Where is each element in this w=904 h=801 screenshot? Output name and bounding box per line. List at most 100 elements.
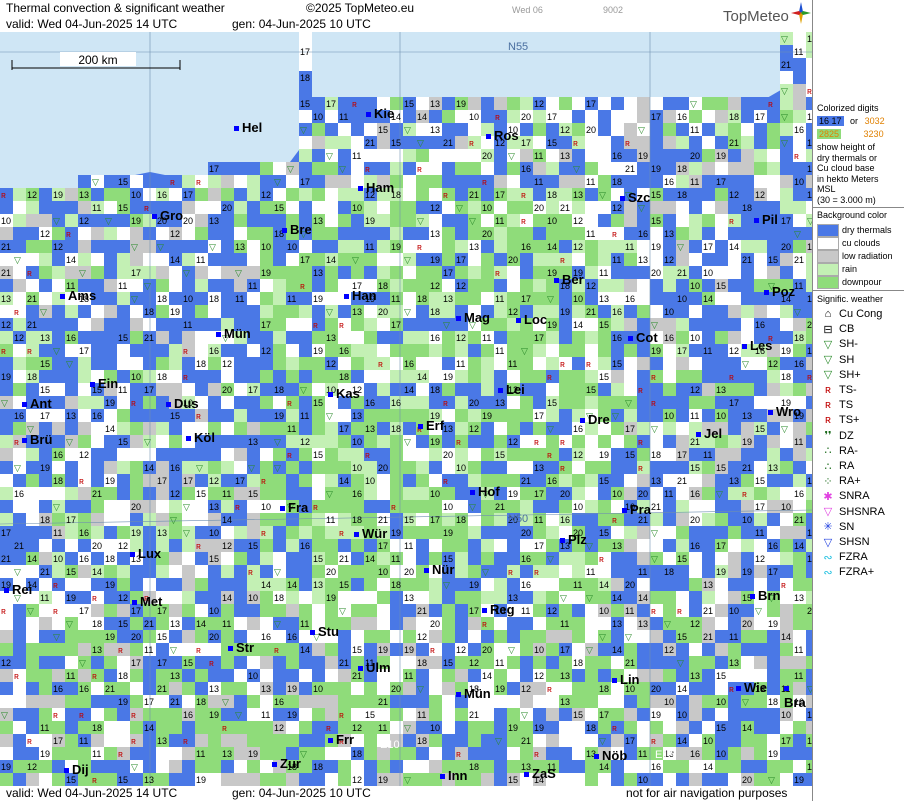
svg-text:21: 21	[677, 268, 687, 278]
svg-text:16: 16	[53, 450, 63, 460]
city-label: Reg	[482, 602, 515, 617]
svg-text:▽: ▽	[625, 398, 632, 408]
svg-text:19: 19	[430, 437, 440, 447]
city-label: Stu	[310, 624, 339, 639]
city-label: Wür	[354, 526, 387, 541]
svg-text:12: 12	[729, 346, 739, 356]
svg-text:▽: ▽	[690, 99, 697, 109]
svg-text:13: 13	[573, 190, 583, 200]
svg-text:20: 20	[430, 619, 440, 629]
city-label: Plz	[560, 532, 587, 547]
svg-text:10: 10	[53, 554, 63, 564]
svg-text:16: 16	[690, 541, 700, 551]
digits-desc-line: show height of	[817, 142, 876, 152]
svg-text:21: 21	[157, 684, 167, 694]
svg-text:11: 11	[638, 749, 647, 759]
footer-bar: valid: Wed 04-Jun-2025 14 UTC gen: 04-Ju…	[0, 786, 812, 801]
svg-text:▽: ▽	[274, 567, 281, 577]
svg-text:11: 11	[482, 333, 491, 343]
city-marker-icon	[344, 294, 349, 300]
legend-panel: TopMeteo Colorized digits 16 17 or 3032 …	[723, 0, 904, 801]
city-marker-icon	[482, 608, 487, 614]
svg-text:ʀ: ʀ	[183, 372, 188, 382]
svg-text:15: 15	[313, 450, 323, 460]
city-name: Mün	[464, 686, 491, 701]
svg-text:14: 14	[703, 762, 713, 772]
city-marker-icon	[784, 686, 789, 692]
svg-text:▽: ▽	[27, 606, 34, 616]
svg-text:13: 13	[430, 99, 440, 109]
svg-text:19: 19	[105, 476, 115, 486]
svg-text:20: 20	[209, 632, 219, 642]
svg-text:13: 13	[170, 619, 180, 629]
svg-text:14: 14	[599, 762, 609, 772]
svg-text:16: 16	[14, 489, 24, 499]
svg-text:17: 17	[521, 294, 531, 304]
svg-text:11: 11	[196, 749, 205, 759]
svg-text:11: 11	[118, 281, 127, 291]
svg-text:▽: ▽	[768, 775, 775, 785]
svg-text:16: 16	[521, 580, 531, 590]
svg-text:11: 11	[690, 125, 699, 135]
city-marker-icon	[456, 692, 461, 698]
svg-text:ʀ: ʀ	[781, 580, 786, 590]
svg-text:20: 20	[92, 541, 102, 551]
svg-text:17: 17	[79, 606, 89, 616]
svg-text:ʀ: ʀ	[183, 736, 188, 746]
svg-text:12: 12	[27, 190, 37, 200]
svg-text:19: 19	[651, 164, 661, 174]
svg-text:15: 15	[40, 385, 50, 395]
svg-text:14: 14	[729, 242, 739, 252]
city-marker-icon	[594, 754, 599, 760]
svg-text:16: 16	[664, 333, 674, 343]
weather-map[interactable]: ▽1717112118▽ʀ1517ʀ1513191217▽ʀ1011141410…	[0, 32, 812, 786]
wx-label: RA+	[839, 475, 861, 488]
svg-text:14: 14	[339, 476, 349, 486]
grid-label-e15: E15	[655, 749, 675, 761]
footer-valid-time: valid: Wed 04-Jun-2025 14 UTC	[6, 786, 178, 800]
city-name: Ams	[68, 288, 97, 303]
city-name: Mag	[464, 310, 490, 325]
svg-text:▽: ▽	[560, 593, 567, 603]
svg-text:▽: ▽	[144, 281, 151, 291]
svg-text:16: 16	[391, 398, 401, 408]
svg-text:13: 13	[92, 645, 102, 655]
svg-text:11: 11	[495, 658, 504, 668]
svg-text:10: 10	[248, 671, 258, 681]
svg-text:11: 11	[92, 749, 101, 759]
svg-text:13: 13	[638, 255, 648, 265]
svg-text:17: 17	[339, 424, 349, 434]
city-name: Bre	[290, 222, 312, 237]
svg-text:15: 15	[248, 541, 258, 551]
svg-text:13: 13	[443, 424, 453, 434]
svg-text:▽: ▽	[1, 398, 8, 408]
svg-text:ʀ: ʀ	[183, 346, 188, 356]
svg-text:15: 15	[755, 476, 765, 486]
svg-text:15: 15	[677, 632, 687, 642]
svg-text:ʀ: ʀ	[274, 645, 279, 655]
svg-text:18: 18	[391, 424, 401, 434]
svg-text:15: 15	[118, 177, 128, 187]
svg-text:11: 11	[586, 229, 595, 239]
svg-text:16: 16	[53, 684, 63, 694]
svg-text:14: 14	[638, 593, 648, 603]
svg-text:12: 12	[456, 645, 466, 655]
city-marker-icon	[130, 552, 135, 558]
svg-text:19: 19	[742, 437, 752, 447]
svg-text:19: 19	[534, 723, 544, 733]
svg-text:10: 10	[794, 177, 804, 187]
city-label: Pil	[754, 212, 778, 227]
city-name: Loc	[524, 312, 548, 327]
svg-text:21: 21	[443, 138, 453, 148]
city-label: Kie	[366, 106, 394, 121]
svg-text:10: 10	[664, 411, 674, 421]
city-marker-icon	[418, 424, 423, 430]
svg-text:ʀ: ʀ	[612, 229, 617, 239]
svg-text:15: 15	[716, 463, 726, 473]
wx-legend-item: ▽ SHSN	[817, 536, 870, 549]
city-label: Brü	[22, 432, 52, 447]
svg-text:▽: ▽	[586, 541, 593, 551]
svg-text:19: 19	[131, 528, 141, 538]
svg-text:20: 20	[131, 502, 141, 512]
svg-text:15: 15	[508, 775, 518, 785]
